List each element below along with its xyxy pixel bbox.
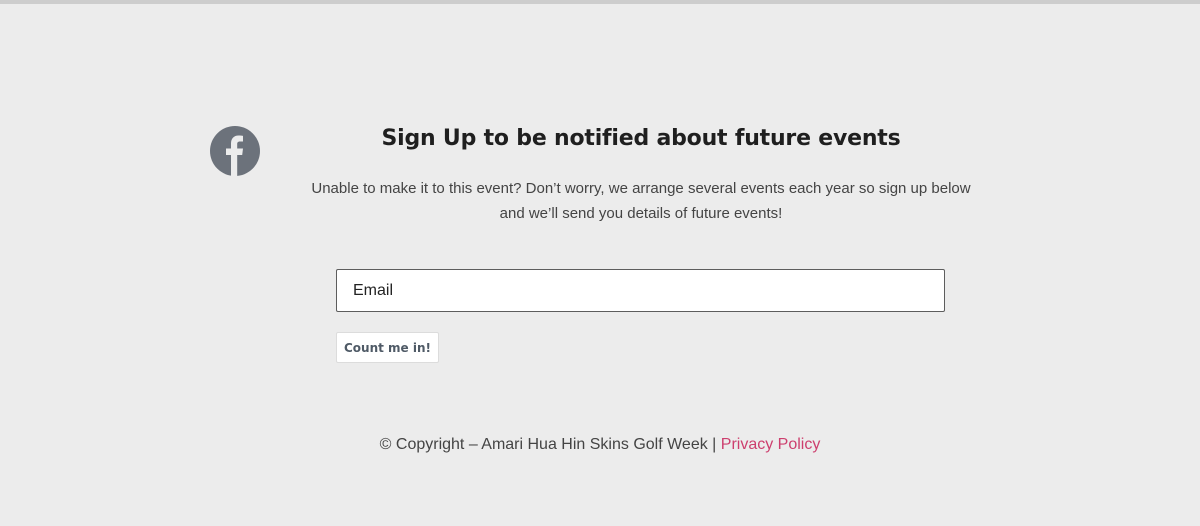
email-field[interactable]: [336, 269, 945, 312]
signup-description: Unable to make it to this event? Don’t w…: [311, 180, 971, 222]
signup-title: Sign Up to be notified about future even…: [381, 126, 901, 151]
count-me-in-button[interactable]: Count me in!: [336, 332, 439, 363]
copyright-text: © Copyright – Amari Hua Hin Skins Golf W…: [379, 436, 721, 453]
top-border: [0, 0, 1200, 4]
footer: © Copyright – Amari Hua Hin Skins Golf W…: [0, 434, 1200, 456]
privacy-policy-link[interactable]: Privacy Policy: [721, 436, 821, 453]
